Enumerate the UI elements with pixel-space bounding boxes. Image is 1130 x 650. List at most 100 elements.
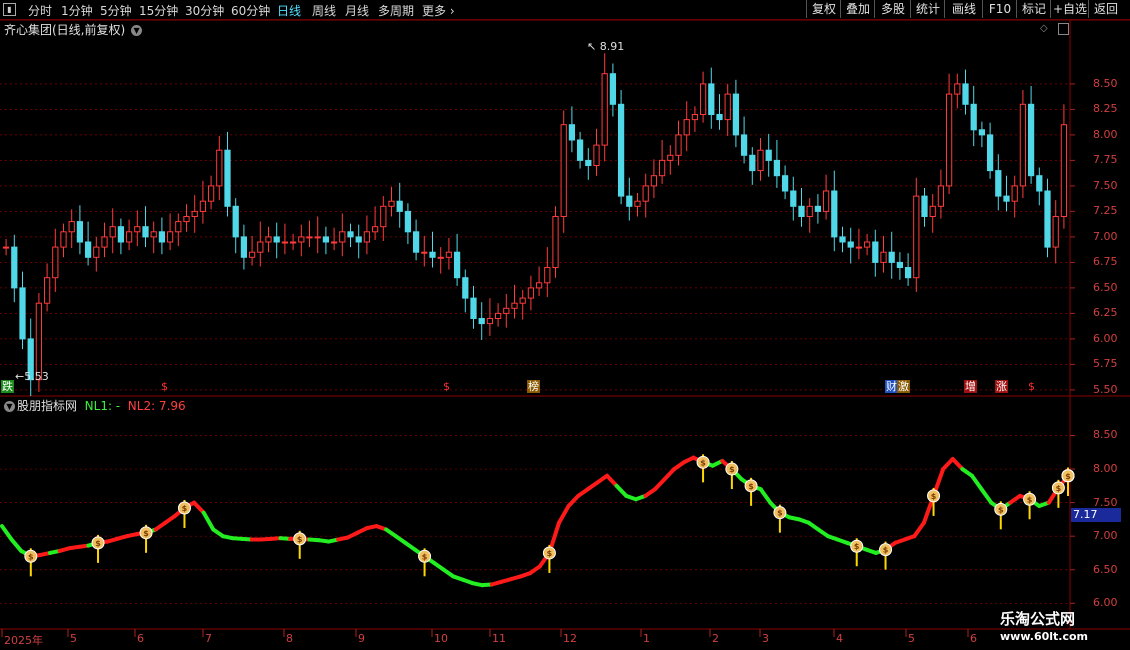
nl-segment (758, 487, 773, 505)
candle-body (314, 236, 321, 239)
candle-body (142, 226, 149, 238)
candle-body (1011, 185, 1018, 202)
candle-body (158, 231, 166, 243)
indicator-tick-label: 7.50 (1093, 495, 1118, 509)
time-tick-label: 3 (762, 632, 769, 645)
candle-body (527, 287, 535, 299)
candle-body (404, 210, 412, 233)
right-side-strip (1120, 20, 1130, 630)
current-value-badge: 7.17 (1071, 508, 1121, 522)
candle-body (781, 175, 789, 192)
candle-body (617, 103, 625, 197)
candle-body (667, 154, 674, 161)
candle-body (248, 251, 256, 258)
candle-body (11, 246, 18, 289)
candle-body (207, 185, 215, 202)
candle-body (872, 241, 879, 263)
price-tick-label: 5.75 (1093, 357, 1118, 371)
candle-body (462, 277, 469, 299)
event-tag[interactable]: $ (1027, 380, 1036, 393)
nl-segment (662, 467, 677, 482)
event-tag[interactable]: 激 (897, 380, 910, 393)
money-bag-symbol: $ (883, 546, 889, 555)
nl-segment (0, 524, 14, 542)
money-bag-symbol: $ (143, 529, 149, 538)
money-bag-icon: $ (994, 502, 1008, 516)
candle-body (470, 297, 477, 320)
candle-body (1003, 195, 1010, 202)
candle-body (125, 231, 133, 243)
nl2-label: NL2: 7.96 (127, 399, 186, 413)
event-tag[interactable]: 跌 (1, 380, 14, 393)
candle-body (708, 83, 715, 116)
money-bag-symbol: $ (729, 465, 735, 474)
candle-body (109, 226, 116, 238)
candle-body (363, 231, 371, 243)
candle-body (831, 190, 838, 238)
candle-body (798, 205, 805, 218)
nl-segment (950, 456, 965, 472)
price-tick-label: 7.75 (1093, 153, 1118, 167)
time-tick-label: 9 (358, 632, 365, 645)
candle-body (790, 190, 797, 207)
candle-body (76, 221, 84, 243)
candle-body (1060, 124, 1068, 217)
time-tick-label: 2 (712, 632, 719, 645)
candle-body (43, 277, 51, 304)
indicator-tick-label: 8.00 (1093, 462, 1118, 476)
candle-body (560, 124, 567, 217)
candle-body (576, 139, 584, 161)
money-bag-icon: $ (91, 536, 105, 550)
time-tick-label: 5 (70, 632, 77, 645)
candle-body (880, 251, 887, 263)
nl-segment (912, 520, 926, 539)
candle-body (1036, 175, 1043, 192)
candle-body (970, 103, 977, 131)
money-bag-symbol: $ (28, 552, 34, 561)
candle-body (175, 221, 182, 233)
event-tag[interactable]: 增 (964, 380, 977, 393)
candle-body (1027, 103, 1035, 177)
price-tick-label: 5.50 (1093, 382, 1118, 396)
candle-body (814, 205, 822, 212)
candle-body (609, 73, 617, 105)
money-bag-symbol: $ (1065, 472, 1071, 481)
money-bag-icon: $ (293, 532, 307, 546)
candle-body (486, 318, 494, 325)
candle-body (298, 236, 305, 243)
candle-body (839, 236, 846, 243)
candle-body (339, 231, 346, 243)
arrow-left-icon: ↖ (587, 40, 597, 53)
money-bag-symbol: $ (777, 509, 783, 518)
event-tag[interactable]: $ (442, 380, 451, 393)
candle-body (1044, 190, 1051, 248)
event-tag[interactable]: $ (160, 380, 169, 393)
money-bag-symbol: $ (931, 492, 937, 501)
candle-body (388, 200, 395, 207)
money-bag-symbol: $ (854, 542, 860, 551)
chevron-down-icon[interactable]: ▼ (4, 401, 15, 412)
candle-body (642, 185, 649, 202)
chart-area[interactable]: $$$$$$$$$$$$$$$$$$$$$$ (0, 0, 1130, 650)
candle-body (437, 256, 444, 259)
candle-body (68, 221, 75, 233)
candle-body (986, 134, 994, 172)
money-bag-symbol: $ (700, 458, 706, 467)
candle-body (978, 129, 986, 136)
nl-segment (557, 503, 571, 525)
candle-body (216, 149, 223, 187)
candle-body (650, 175, 658, 187)
candle-body (2, 246, 10, 249)
money-bag-symbol: $ (998, 505, 1004, 514)
candle-body (519, 297, 526, 304)
candle-body (675, 134, 682, 156)
low-price-label: ←5.53 (15, 370, 49, 383)
money-bag-icon: $ (927, 489, 941, 503)
candle-body (896, 261, 904, 268)
event-tag[interactable]: 榜 (527, 380, 540, 393)
candle-body (749, 154, 756, 172)
candle-body (232, 205, 239, 238)
nl-segment (941, 456, 955, 472)
event-tag[interactable]: 涨 (995, 380, 1008, 393)
candle-body (183, 216, 190, 223)
